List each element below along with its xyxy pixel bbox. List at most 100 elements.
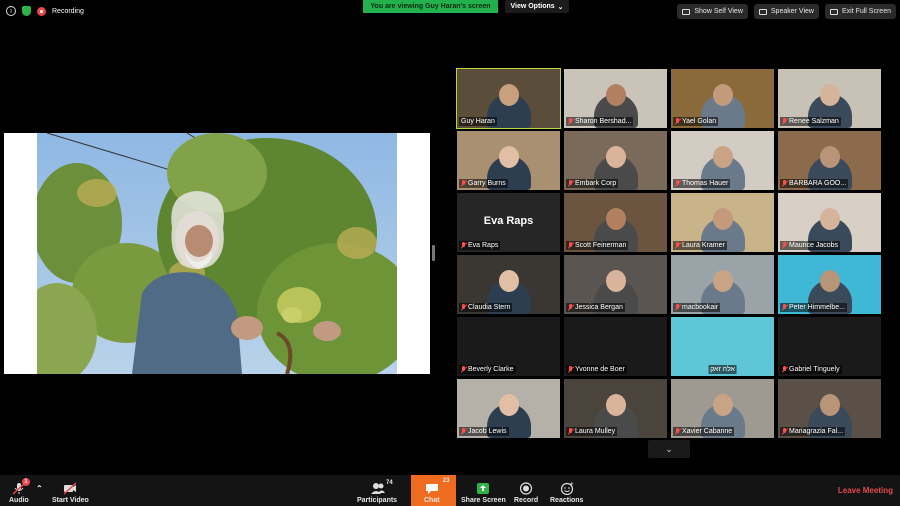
participants-count: 74 <box>386 480 393 486</box>
view-options-button[interactable]: View Options ⌄ <box>505 0 569 13</box>
top-right-controls: Show Self View Speaker View Exit Full Sc… <box>677 4 896 19</box>
participant-name: Laura Mulley <box>575 428 616 435</box>
participant-tile[interactable]: אלה זאק <box>671 317 774 376</box>
participant-head <box>819 208 840 230</box>
record-button-icon <box>519 482 533 495</box>
mic-muted-icon <box>675 118 680 125</box>
mic-muted-icon <box>782 118 787 125</box>
participant-tile[interactable]: Jessica Bergan <box>564 255 667 314</box>
participant-name: Scott Feinerman <box>575 242 627 249</box>
participant-head <box>712 208 733 230</box>
participant-name: Beverly Clarke <box>468 366 514 373</box>
participant-tile[interactable]: Jacob Lewis <box>457 379 560 438</box>
participant-name: Eva Raps <box>468 242 499 249</box>
participant-name: Laura Kramer <box>682 242 725 249</box>
participant-tile[interactable]: Embark Corp <box>564 131 667 190</box>
participant-tile[interactable]: Thomas Hauer <box>671 131 774 190</box>
participant-tile[interactable]: Mariagrazia Fal... <box>778 379 881 438</box>
shared-screen[interactable] <box>4 133 430 374</box>
participant-head <box>498 84 519 106</box>
start-video-label: Start Video <box>52 497 89 504</box>
participant-name: Renee Salzman <box>789 118 839 125</box>
participant-tile[interactable]: Claudia Stern <box>457 255 560 314</box>
participant-name-tag: Eva Raps <box>459 241 501 250</box>
participant-tile[interactable]: Yael Golan <box>671 69 774 128</box>
participant-tile[interactable]: Guy Haran <box>456 68 561 129</box>
video-off-icon <box>63 482 77 495</box>
participant-name-tag: אלה זאק <box>708 365 737 374</box>
participant-head <box>605 146 626 168</box>
chevron-up-icon: ⌃ <box>36 484 43 493</box>
resize-handle[interactable] <box>432 245 435 261</box>
mic-muted-icon <box>568 242 573 249</box>
participant-tile[interactable]: Laura Mulley <box>564 379 667 438</box>
mic-muted-icon <box>782 428 787 435</box>
audio-button[interactable]: 1 Audio <box>9 478 30 504</box>
gallery-next-page-button[interactable]: ⌄ <box>648 440 690 458</box>
speaker-view-label: Speaker View <box>770 8 814 15</box>
audio-badge: 1 <box>21 478 30 486</box>
participant-tile[interactable]: Maurice Jacobs <box>778 193 881 252</box>
leave-meeting-button[interactable]: Leave Meeting <box>838 486 893 495</box>
participant-tile[interactable]: Yvonne de Boer <box>564 317 667 376</box>
participant-tile[interactable]: BARBARA GOO... <box>778 131 881 190</box>
shield-icon[interactable] <box>22 6 31 16</box>
participant-name: Gabriel Tinguely <box>789 366 840 373</box>
participant-tile[interactable]: Beverly Clarke <box>457 317 560 376</box>
participant-name: Thomas Hauer <box>682 180 729 187</box>
show-self-view-button[interactable]: Show Self View <box>677 4 748 19</box>
participant-tile[interactable]: Peter Himmelbe... <box>778 255 881 314</box>
mic-muted-icon <box>461 304 466 311</box>
participant-name: BARBARA GOO... <box>789 180 847 187</box>
participant-name-tag: Sharon Bershad... <box>566 117 634 126</box>
participant-name-tag: Mariagrazia Fal... <box>780 427 846 436</box>
participant-head <box>498 394 519 416</box>
participant-name-tag: Embark Corp <box>566 179 619 188</box>
record-button[interactable]: Record <box>514 482 538 504</box>
participant-name: Maurice Jacobs <box>789 242 839 249</box>
audio-options-button[interactable]: ⌃ <box>36 484 43 493</box>
participant-name-tag: Beverly Clarke <box>459 365 516 374</box>
participant-tile[interactable]: Eva Raps Eva Raps <box>457 193 560 252</box>
participant-tile[interactable]: Scott Feinerman <box>564 193 667 252</box>
exit-full-screen-button[interactable]: Exit Full Screen <box>824 4 896 19</box>
participant-name: Guy Haran <box>461 118 495 125</box>
participant-name-tag: Laura Kramer <box>673 241 727 250</box>
meeting-toolbar: 1 Audio ⌃ Start Video 74 Participants 23… <box>0 475 900 506</box>
speaker-view-button[interactable]: Speaker View <box>753 4 819 19</box>
reactions-button[interactable]: + Reactions <box>550 482 583 504</box>
exit-full-screen-label: Exit Full Screen <box>841 8 891 15</box>
participant-head <box>498 270 519 292</box>
participant-head <box>819 84 840 106</box>
participant-tile[interactable]: Gabriel Tinguely <box>778 317 881 376</box>
mic-muted-icon <box>461 180 466 187</box>
participant-name-tag: Yvonne de Boer <box>566 365 627 374</box>
participant-tile[interactable]: Renee Salzman <box>778 69 881 128</box>
participant-head <box>605 270 626 292</box>
participant-tile[interactable]: Laura Kramer <box>671 193 774 252</box>
participant-tile[interactable]: Garry Burns <box>457 131 560 190</box>
recording-label: Recording <box>52 7 84 15</box>
participant-head <box>605 208 626 230</box>
participant-head <box>712 394 733 416</box>
mic-muted-icon <box>782 242 787 249</box>
participant-name: Yael Golan <box>682 118 717 125</box>
viewing-banner: You are viewing Guy Haran's screen <box>363 0 498 13</box>
share-screen-button[interactable]: Share Screen <box>461 482 506 504</box>
record-label: Record <box>514 497 539 504</box>
participant-tile[interactable]: Xavier Cabanne <box>671 379 774 438</box>
participant-name-tag: Yael Golan <box>673 117 719 126</box>
mic-muted-icon <box>461 428 466 435</box>
participant-tile[interactable]: macbookair <box>671 255 774 314</box>
participants-button[interactable]: 74 Participants <box>357 480 397 504</box>
participant-head <box>712 270 733 292</box>
start-video-button[interactable]: Start Video <box>52 482 89 504</box>
participant-name: Jessica Bergan <box>575 304 623 311</box>
mic-muted-icon <box>461 366 466 373</box>
participant-tile[interactable]: Sharon Bershad... <box>564 69 667 128</box>
info-icon[interactable]: i <box>6 6 16 16</box>
chat-button[interactable]: 23 Chat <box>424 478 449 504</box>
participant-name-tag: Claudia Stern <box>459 303 513 312</box>
svg-text:+: + <box>570 482 574 488</box>
mic-muted-icon <box>675 180 680 187</box>
